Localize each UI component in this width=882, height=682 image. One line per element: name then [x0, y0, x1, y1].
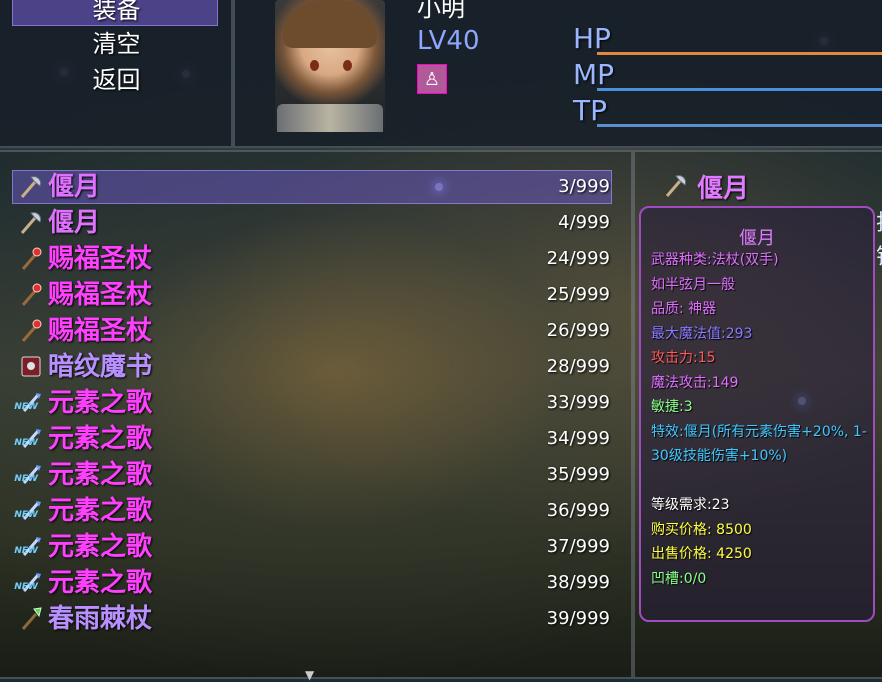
item-count: 33/999 [546, 392, 610, 413]
item-row[interactable]: NEW 元素之歌 37/999 [12, 529, 610, 565]
item-name: 赐福圣杖 [48, 244, 153, 274]
detail-title: 偃月 [739, 228, 775, 249]
item-count: 3/999 [558, 176, 610, 197]
detail-line: 攻击力:15 [651, 350, 716, 366]
item-name: 元素之歌 [48, 460, 153, 490]
item-row[interactable]: 赐福圣杖 26/999 [14, 313, 610, 349]
item-name: 元素之歌 [48, 496, 153, 526]
mp-gauge [597, 88, 882, 91]
new-badge: NEW [12, 402, 39, 412]
axe-weapon-icon [16, 207, 46, 237]
side-tab-text: 护 钻 [876, 207, 882, 275]
detail-line: 特效:偃月(所有元素伤害+20%, 1-30级技能伤害+10%) [651, 423, 867, 464]
red-staff-icon [16, 315, 46, 345]
item-name: 元素之歌 [48, 568, 153, 598]
item-row[interactable]: NEW 元素之歌 38/999 [12, 565, 610, 601]
new-badge: NEW [12, 510, 39, 520]
item-detail-window: 偃月 偃月 武器种类:法杖(双手) 如半弦月一般 品质: 神器最大魔法值:293 攻击… [633, 150, 882, 679]
item-row[interactable]: 偃月 4/999 [14, 205, 610, 241]
red-staff-icon [16, 243, 46, 273]
side-tab-char: 护 [876, 207, 882, 241]
new-badge: NEW [12, 438, 39, 448]
axe-weapon-icon [663, 172, 689, 204]
actor-level: LV40 [417, 26, 480, 56]
item-name: 元素之歌 [48, 388, 153, 418]
item-list-window: 偃月 3/999 偃月 4/999 赐福圣杖 24/999 赐福圣杖 25/999 赐福圣杖 26… [0, 150, 633, 679]
actor-portrait-collar [277, 104, 383, 132]
new-badge: NEW [12, 582, 39, 592]
red-staff-icon [16, 279, 46, 309]
detail-line: 等级需求:23 [651, 497, 730, 513]
detail-line: 购买价格: 8500 [651, 521, 752, 538]
detail-line: 凹槽:0/0 [651, 570, 707, 587]
item-count: 24/999 [546, 248, 610, 269]
item-row[interactable]: 暗纹魔书 28/999 [14, 349, 610, 385]
detail-info-box: 偃月 武器种类:法杖(双手) 如半弦月一般 品质: 神器最大魔法值:293 攻击力:1… [639, 206, 875, 622]
item-count: 25/999 [546, 284, 610, 305]
item-row[interactable]: 偃月 3/999 [14, 169, 610, 205]
item-name: 春雨棘杖 [48, 604, 153, 634]
item-name: 元素之歌 [48, 424, 153, 454]
item-row[interactable]: NEW 元素之歌 34/999 [12, 421, 610, 457]
item-count: 4/999 [558, 212, 610, 233]
side-tab-char: 钻 [876, 241, 882, 275]
actor-portrait-eye [343, 60, 352, 71]
item-row[interactable]: NEW 元素之歌 33/999 [12, 385, 610, 421]
mp-label: MP [573, 58, 615, 91]
actor-name: 小明 [417, 0, 465, 22]
actor-portrait-eye [310, 60, 319, 71]
item-row[interactable]: 赐福圣杖 24/999 [14, 241, 610, 277]
detail-line: 武器种类:法杖(双手) [651, 252, 779, 268]
scroll-down-arrow-icon[interactable]: ▼ [305, 668, 314, 682]
command-equip[interactable]: 装备 [0, 0, 233, 25]
state-figure-icon: ♙ [417, 64, 447, 94]
item-count: 38/999 [546, 572, 610, 593]
tp-gauge [597, 124, 882, 127]
item-count: 34/999 [546, 428, 610, 449]
axe-weapon-icon [16, 171, 46, 201]
detail-line: 魔法攻击:149 [651, 374, 739, 391]
item-row[interactable]: 赐福圣杖 25/999 [14, 277, 610, 313]
item-name: 暗纹魔书 [48, 352, 153, 382]
item-name: 偃月 [48, 208, 101, 238]
item-count: 26/999 [546, 320, 610, 341]
green-staff-icon [16, 603, 46, 633]
hp-gauge [597, 52, 882, 55]
detail-line: 如半弦月一般 [651, 276, 735, 293]
command-window: 装备 清空 返回 [0, 0, 233, 148]
detail-line: 品质: 神器 [651, 301, 717, 317]
detail-line: 出售价格: 4250 [651, 546, 752, 562]
detail-line: 最大魔法值:293 [651, 325, 753, 342]
item-count: 36/999 [546, 500, 610, 521]
item-count: 37/999 [546, 536, 610, 557]
detail-item-name: 偃月 [697, 174, 750, 204]
item-row[interactable]: NEW 元素之歌 36/999 [12, 493, 610, 529]
item-count: 28/999 [546, 356, 610, 377]
item-row[interactable]: 春雨棘杖 39/999 [14, 601, 610, 637]
new-badge: NEW [12, 546, 39, 556]
item-name: 偃月 [48, 172, 101, 202]
item-row[interactable]: NEW 元素之歌 35/999 [12, 457, 610, 493]
new-badge: NEW [12, 474, 39, 484]
hp-label: HP [573, 22, 611, 55]
item-count: 35/999 [546, 464, 610, 485]
tp-label: TP [573, 94, 607, 127]
item-name: 元素之歌 [48, 532, 153, 562]
command-back[interactable]: 返回 [0, 60, 233, 95]
item-name: 赐福圣杖 [48, 280, 153, 310]
item-count: 39/999 [546, 608, 610, 629]
actor-status-window: 小明 LV40 ♙ HP MP TP [233, 0, 882, 148]
command-clear[interactable]: 清空 [0, 24, 233, 59]
spell-book-icon [16, 351, 46, 381]
detail-line: 敏捷:3 [651, 399, 693, 415]
item-name: 赐福圣杖 [48, 316, 153, 346]
